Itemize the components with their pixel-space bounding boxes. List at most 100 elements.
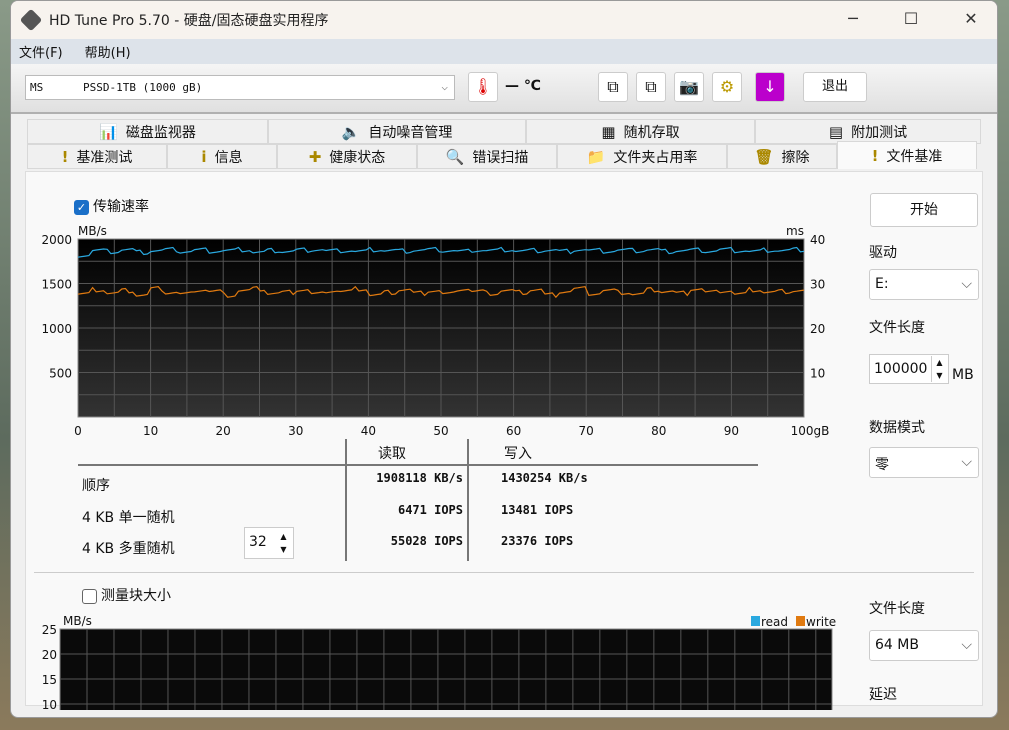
x-tick: 90	[724, 424, 739, 438]
row-label: 顺序	[82, 478, 110, 494]
divider	[34, 572, 974, 573]
menu-help[interactable]: 帮助(H)	[85, 42, 131, 61]
tab-label: 文件基准	[886, 148, 943, 165]
x-tick: 100gB	[791, 424, 830, 438]
tab-label: 基准测试	[76, 149, 133, 166]
checkbox-unchecked-icon	[82, 588, 97, 604]
chevron-down-icon: ⌵	[961, 637, 972, 653]
y-tick-left: 1000	[41, 322, 72, 336]
tab-label: 健康状态	[329, 149, 386, 166]
y-tick: 10	[42, 698, 57, 710]
column-divider	[345, 439, 347, 561]
tab-2[interactable]: ▦ 随机存取	[526, 119, 755, 144]
chevron-down-icon: ⌵	[441, 80, 448, 93]
x-tick: 50	[433, 424, 448, 438]
file-length-label: 文件长度	[869, 320, 925, 336]
block-size-chart: MB/s 25 20 15 10 read write	[42, 614, 836, 710]
tab-b-6[interactable]: ! 文件基准	[837, 141, 977, 169]
tab-icon: 🔍	[445, 147, 465, 166]
copy-all-icon[interactable]: ⧉	[636, 72, 666, 102]
tab-b-5[interactable]: 🗑 擦除	[727, 144, 837, 169]
header-divider	[78, 464, 758, 466]
chevron-down-icon: ⌵	[961, 276, 972, 292]
read-value: 6471 IOPS	[397, 503, 463, 517]
row-label: 4 KB 单一随机	[82, 510, 175, 526]
x-tick: 80	[651, 424, 666, 438]
close-button[interactable]: ✕	[951, 9, 991, 28]
y-tick-right: 10	[810, 367, 825, 381]
data-mode-select[interactable]: 零 ⌵	[869, 447, 979, 478]
y-tick: 25	[42, 623, 57, 637]
temperature-value: — ℃	[505, 78, 541, 94]
settings-icon[interactable]: ⚙	[712, 72, 742, 102]
file-benchmark-panel: ✓ 传输速率 MB/s ms 500 1000 1500 2000 10 20 30 40 0 10 20…	[25, 171, 983, 710]
drive-select[interactable]: MS PSSD-1TB (1000 gB) ⌵	[25, 75, 455, 100]
header-read: 读取	[378, 446, 406, 462]
y-tick: 20	[42, 648, 57, 662]
transfer-rate-chart: MB/s ms 500 1000 1500 2000 10 20 30 40 0 10 20 30 40 50…	[41, 224, 830, 438]
tab-b-1[interactable]: i 信息	[167, 144, 277, 169]
legend-swatch-write	[796, 616, 805, 626]
write-value: 1430254 KB/s	[501, 471, 588, 485]
read-value: 55028 IOPS	[390, 534, 463, 548]
y-tick-left: 500	[49, 367, 72, 381]
minimize-button[interactable]: ─	[833, 9, 873, 28]
x-tick: 20	[216, 424, 231, 438]
tab-b-4[interactable]: 📁 文件夹占用率	[557, 144, 727, 169]
drive-label: 驱动	[869, 245, 897, 261]
copy-icon[interactable]: ⧉	[598, 72, 628, 102]
y-axis-label: MB/s	[63, 614, 92, 628]
legend-read: read	[761, 615, 788, 629]
y-tick-left: 1500	[41, 278, 72, 292]
menu-file[interactable]: 文件(F)	[19, 42, 63, 61]
block-size-checkbox[interactable]: 测量块大小	[82, 585, 171, 605]
tab-icon: 🗑	[754, 147, 774, 166]
download-icon[interactable]: ↓	[755, 72, 785, 102]
tab-label: 擦除	[781, 149, 810, 166]
x-tick: 30	[288, 424, 303, 438]
tab-1[interactable]: 🔈 自动噪音管理	[268, 119, 526, 144]
tab-bar: 📊 磁盘监视器 🔈 自动噪音管理 ▦ 随机存取 ▤ 附加测试 ! 基准测试 i 信息 ✚ 健康状态 🔍 错误…	[27, 119, 983, 169]
drive-letter-select[interactable]: E: ⌵	[869, 269, 979, 300]
header-write: 写入	[504, 446, 532, 462]
block-file-length-select[interactable]: 64 MB ⌵	[869, 630, 979, 661]
tab-b-3[interactable]: 🔍 错误扫描	[417, 144, 557, 169]
tab-b-2[interactable]: ✚ 健康状态	[277, 144, 417, 169]
x-tick: 60	[506, 424, 521, 438]
exit-button[interactable]: 退出	[803, 72, 867, 102]
unit-label: MB	[952, 367, 974, 383]
app-icon	[19, 8, 43, 32]
data-mode-value: 零	[875, 457, 889, 473]
start-button[interactable]: 开始	[870, 193, 978, 227]
block-file-length-value: 64 MB	[875, 637, 919, 653]
toolbar: MS PSSD-1TB (1000 gB) ⌵ 🌡 — ℃ ⧉ ⧉ 📷 ⚙ ↓ 退…	[11, 64, 997, 114]
tab-label: 错误扫描	[472, 149, 529, 166]
column-divider	[467, 439, 469, 561]
plot-area	[59, 628, 833, 710]
queue-depth-value: 32	[249, 534, 267, 550]
file-length-stepper[interactable]: ▲ ▼	[931, 356, 947, 382]
title-bar: HD Tune Pro 5.70 - 硬盘/固态硬盘实用程序 ─ ☐ ✕	[11, 1, 997, 39]
drive-letter-value: E:	[875, 276, 889, 292]
row-label: 4 KB 多重随机	[82, 541, 175, 557]
tab-icon: 🔈	[341, 122, 361, 141]
tab-icon: i	[201, 147, 207, 166]
y-tick-right: 30	[810, 278, 825, 292]
block-size-label: 测量块大小	[101, 588, 171, 604]
camera-icon[interactable]: 📷	[674, 72, 704, 102]
queue-depth-stepper[interactable]: ▲ ▼	[276, 530, 291, 556]
block-file-length-label: 文件长度	[869, 601, 925, 617]
write-value: 23376 IOPS	[501, 534, 574, 548]
tab-icon: ✚	[308, 147, 322, 166]
tab-b-0[interactable]: ! 基准测试	[27, 144, 167, 169]
tab-icon: 📁	[586, 147, 606, 166]
y-axis-label-left: MB/s	[78, 224, 107, 238]
results-table: 读取 写入 顺序 1908118 KB/s 1430254 KB/s 4 KB 单一随机…	[26, 437, 826, 567]
chevron-down-icon: ⌵	[961, 454, 972, 470]
maximize-button[interactable]: ☐	[891, 9, 931, 28]
legend-swatch-read	[751, 616, 760, 626]
tab-0[interactable]: 📊 磁盘监视器	[27, 119, 268, 144]
x-tick: 10	[143, 424, 158, 438]
tab-icon: !	[871, 146, 879, 165]
delay-label: 延迟	[869, 687, 897, 703]
